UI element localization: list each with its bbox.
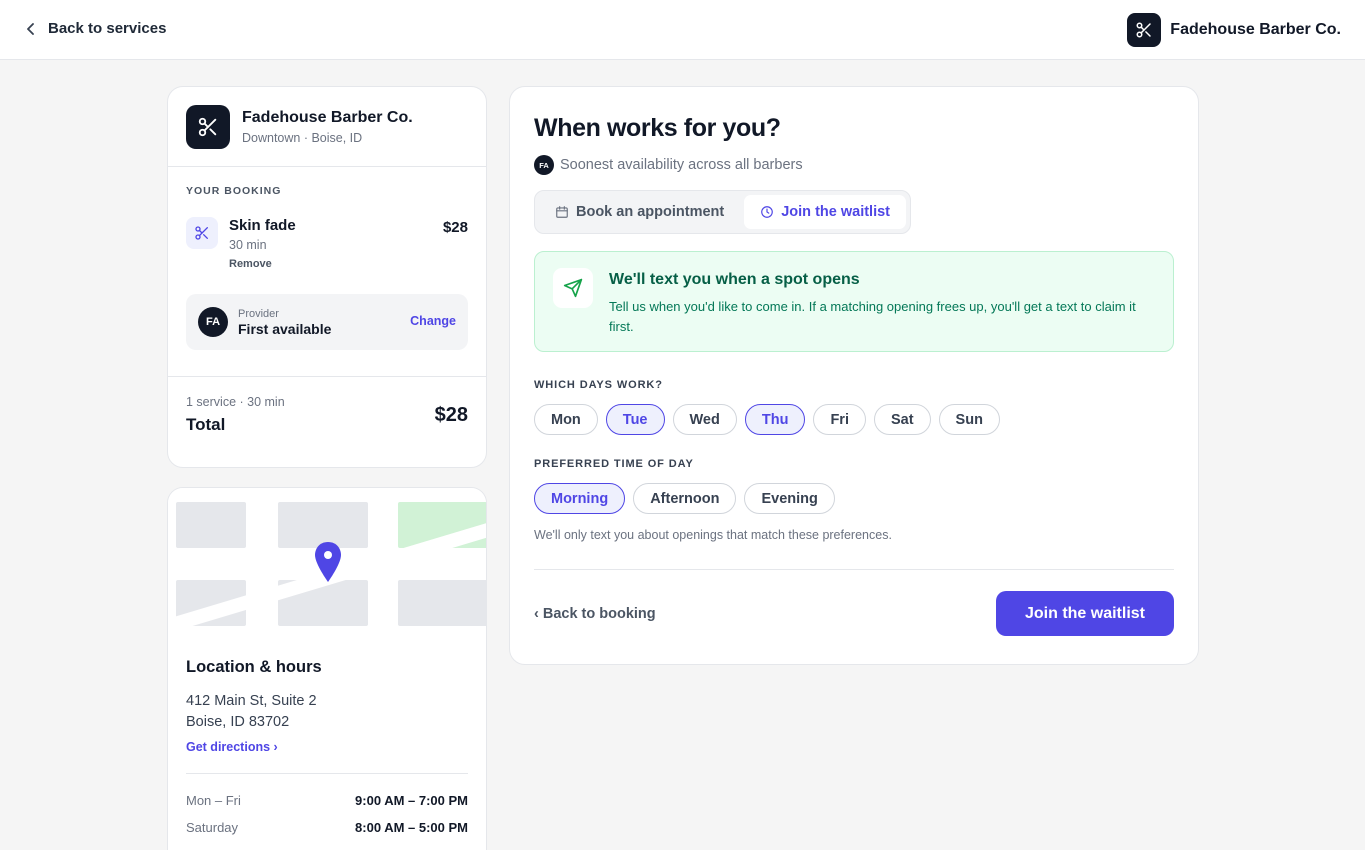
days-label: WHICH DAYS WORK? (534, 379, 663, 391)
your-booking-label: YOUR BOOKING (186, 185, 282, 197)
divider (534, 569, 1174, 570)
get-directions-link[interactable]: Get directions › (186, 740, 278, 754)
info-text: Tell us when you'd like to come in. If a… (609, 299, 1136, 334)
location-title: Location & hours (186, 658, 322, 676)
scissors-icon (198, 117, 217, 136)
back-to-services-link[interactable]: Back to services (26, 20, 166, 37)
provider-value: First available (238, 320, 332, 337)
hours-day: Mon – Fri (186, 793, 241, 808)
day-chip-sun[interactable]: Sun (938, 404, 1000, 435)
day-chip-wed[interactable]: Wed (672, 404, 737, 435)
total-label: Total (186, 415, 226, 434)
info-title: We'll text you when a spot opens (609, 271, 860, 288)
provider-avatar: FA (198, 307, 228, 337)
tab-join-waitlist-label: Join the waitlist (781, 204, 890, 220)
brand[interactable]: Fadehouse Barber Co. (1127, 13, 1341, 47)
day-chip-tue[interactable]: Tue (605, 404, 665, 435)
remove-service-button[interactable]: Remove (229, 258, 296, 270)
scissors-icon (195, 226, 208, 240)
send-icon (563, 278, 583, 298)
booking-details: YOUR BOOKING Skin fade 30 min Remove $28… (168, 167, 486, 377)
brand-logo (1127, 13, 1162, 47)
waitlist-card: When works for you? FA Soonest availabil… (509, 86, 1199, 665)
info-icon-tile (553, 268, 593, 308)
back-to-services-label: Back to services (48, 20, 167, 37)
scissors-icon (1136, 22, 1152, 38)
hours-row: Saturday 8:00 AM – 5:00 PM (186, 820, 468, 835)
shop-logo (186, 104, 230, 149)
tab-book-appointment-label: Book an appointment (576, 204, 725, 220)
top-bar: Back to services Fadehouse Barber Co. (0, 0, 1365, 60)
preferences-hint: We'll only text you about openings that … (534, 528, 892, 542)
total-row: 1 service · 30 min Total $28 (168, 377, 486, 453)
hours-row: Mon – Fri 9:00 AM – 7:00 PM (186, 793, 468, 808)
service-price: $28 (442, 219, 468, 236)
day-chips: Mon Tue Wed Thu Fri Sat Sun (534, 404, 1174, 435)
provider-label: Provider (238, 307, 279, 320)
calendar-icon (556, 206, 568, 218)
day-chip-fri[interactable]: Fri (813, 404, 866, 435)
time-chips: Morning Afternoon Evening (534, 483, 1174, 514)
hours-time: 8:00 AM – 5:00 PM (355, 820, 468, 835)
service-name: Skin fade (229, 217, 296, 234)
availability-avatar: FA (534, 155, 554, 175)
time-chip-morning[interactable]: Morning (534, 483, 626, 514)
map-graphic (168, 488, 486, 638)
availability-text: Soonest availability across all barbers (560, 157, 803, 173)
hours-day: Saturday (186, 820, 239, 835)
booking-summary-card: Fadehouse Barber Co. Downtown · Boise, I… (167, 86, 487, 468)
day-chip-thu[interactable]: Thu (744, 404, 806, 435)
shop-header: Fadehouse Barber Co. Downtown · Boise, I… (168, 87, 486, 167)
shop-location: Downtown · Boise, ID (242, 130, 363, 145)
time-chip-afternoon[interactable]: Afternoon (633, 483, 737, 514)
change-provider-button[interactable]: Change (410, 314, 456, 328)
service-duration: 30 min (229, 238, 267, 252)
footer-actions: ‹ Back to booking Join the waitlist (534, 591, 1174, 636)
address: 412 Main St, Suite 2 Boise, ID 83702 (186, 691, 468, 733)
shop-name: Fadehouse Barber Co. (242, 108, 413, 126)
time-label: PREFERRED TIME OF DAY (534, 458, 694, 470)
address-line-1: 412 Main St, Suite 2 (186, 693, 317, 709)
hours-list: Mon – Fri 9:00 AM – 7:00 PM Saturday 8:0… (186, 773, 468, 835)
tab-book-appointment[interactable]: Book an appointment (539, 195, 740, 229)
brand-name: Fadehouse Barber Co. (1170, 21, 1341, 38)
day-chip-mon[interactable]: Mon (534, 404, 598, 435)
day-chip-sat[interactable]: Sat (873, 404, 931, 435)
total-price: $28 (434, 404, 468, 426)
clock-icon (761, 206, 774, 218)
total-meta: 1 service · 30 min (186, 395, 285, 409)
location-card: Location & hours 412 Main St, Suite 2 Bo… (167, 487, 487, 850)
location-details: Location & hours 412 Main St, Suite 2 Bo… (168, 638, 486, 835)
provider-box: FA Provider First available Change (186, 294, 468, 350)
address-line-2: Boise, ID 83702 (186, 714, 290, 730)
hours-time: 9:00 AM – 7:00 PM (355, 793, 468, 808)
waitlist-info-box: We'll text you when a spot opens Tell us… (534, 251, 1174, 352)
join-waitlist-button[interactable]: Join the waitlist (996, 591, 1174, 636)
time-chip-evening[interactable]: Evening (744, 483, 835, 514)
page-title: When works for you? (534, 114, 781, 142)
tab-join-waitlist[interactable]: Join the waitlist (744, 195, 906, 229)
back-to-booking-link[interactable]: ‹ Back to booking (534, 606, 656, 622)
service-item: Skin fade 30 min Remove $28 (186, 217, 468, 270)
chevron-left-icon (27, 22, 34, 35)
availability-note: FA Soonest availability across all barbe… (534, 155, 1174, 175)
map[interactable] (168, 488, 486, 638)
service-icon-tile (186, 217, 218, 249)
booking-mode-tabs: Book an appointment Join the waitlist (534, 190, 911, 234)
